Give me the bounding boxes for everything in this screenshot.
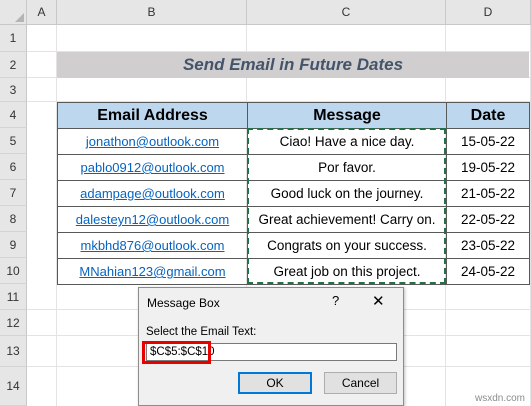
message-cell[interactable]: Por favor. [247,154,447,181]
email-link[interactable]: mkbhd876@outlook.com [81,238,225,253]
dialog-prompt: Select the Email Text: [146,326,257,338]
row-header-5[interactable]: 5 [0,128,27,154]
message-cell[interactable]: Ciao! Have a nice day. [247,128,447,155]
row-header-6[interactable]: 6 [0,154,27,180]
email-link[interactable]: MNahian123@gmail.com [79,264,225,279]
date-cell[interactable]: 24-05-22 [446,258,530,285]
email-range-input[interactable] [146,343,397,361]
row-header-13[interactable]: 13 [0,336,27,367]
sheet-title[interactable]: Send Email in Future Dates [57,52,529,78]
row-header-10[interactable]: 10 [0,258,27,284]
close-icon[interactable]: ✕ [372,292,385,310]
column-header-c[interactable]: C [247,0,446,25]
email-link[interactable]: dalesteyn12@outlook.com [76,212,229,227]
header-date[interactable]: Date [446,102,530,129]
message-cell[interactable]: Great job on this project. [247,258,447,285]
row-header-2[interactable]: 2 [0,52,27,78]
message-cell[interactable]: Great achievement! Carry on. [247,206,447,233]
row-header-4[interactable]: 4 [0,102,27,128]
watermark: wsxdn.com [474,393,525,404]
date-cell[interactable]: 19-05-22 [446,154,530,181]
email-cell[interactable]: MNahian123@gmail.com [57,258,248,285]
row-header-1[interactable]: 1 [0,25,27,52]
message-cell[interactable]: Good luck on the journey. [247,180,447,207]
date-cell[interactable]: 21-05-22 [446,180,530,207]
column-header-b[interactable]: B [57,0,247,25]
date-cell[interactable]: 23-05-22 [446,232,530,259]
email-link[interactable]: pablo0912@outlook.com [80,160,224,175]
column-header-a[interactable]: A [27,0,57,25]
row-header-11[interactable]: 11 [0,284,27,310]
email-cell[interactable]: adampage@outlook.com [57,180,248,207]
row-header-3[interactable]: 3 [0,78,27,102]
email-link[interactable]: adampage@outlook.com [80,186,225,201]
help-icon[interactable]: ? [332,293,339,308]
row-header-12[interactable]: 12 [0,310,27,336]
email-cell[interactable]: dalesteyn12@outlook.com [57,206,248,233]
ok-button[interactable]: OK [238,372,312,394]
email-link[interactable]: jonathon@outlook.com [86,134,219,149]
message-box-dialog: Message Box ? ✕ Select the Email Text: O… [138,287,404,406]
select-all-corner[interactable] [0,0,27,25]
column-header-d[interactable]: D [446,0,531,25]
header-message[interactable]: Message [247,102,447,129]
row-header-8[interactable]: 8 [0,206,27,232]
date-cell[interactable]: 15-05-22 [446,128,530,155]
email-cell[interactable]: mkbhd876@outlook.com [57,232,248,259]
header-email-address[interactable]: Email Address [57,102,248,129]
cancel-button[interactable]: Cancel [324,372,397,394]
row-header-9[interactable]: 9 [0,232,27,258]
row-header-7[interactable]: 7 [0,180,27,206]
row-header-14[interactable]: 14 [0,367,27,406]
date-cell[interactable]: 22-05-22 [446,206,530,233]
email-cell[interactable]: pablo0912@outlook.com [57,154,248,181]
message-cell[interactable]: Congrats on your success. [247,232,447,259]
dialog-title: Message Box [147,296,220,310]
email-cell[interactable]: jonathon@outlook.com [57,128,248,155]
